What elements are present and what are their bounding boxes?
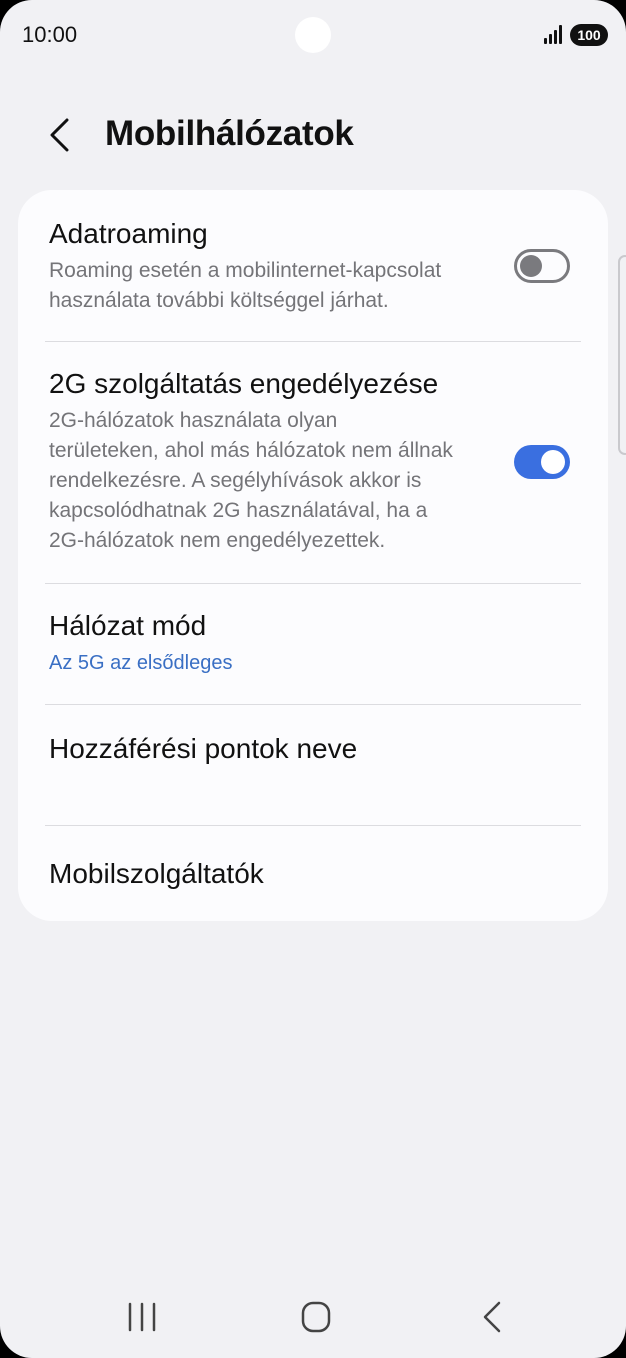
access-point-names-title: Hozzáférési pontok neve	[49, 733, 358, 764]
home-icon	[301, 1301, 331, 1333]
allow-2g-title: 2G szolgáltatás engedélyezése	[49, 368, 439, 399]
network-mode-row[interactable]: Hálózat mód Az 5G az elsődleges	[18, 584, 608, 703]
battery-icon: 100	[570, 24, 608, 46]
settings-card: Adatroaming Roaming esetén a mobilintern…	[18, 190, 608, 921]
toggle-knob	[520, 255, 542, 277]
allow-2g-desc-line: 2G-hálózatok használata olyan	[49, 409, 338, 432]
back-button[interactable]	[40, 114, 84, 158]
network-operators-row[interactable]: Mobilszolgáltatók	[18, 826, 608, 921]
recents-button[interactable]	[112, 1292, 172, 1342]
network-operators-title: Mobilszolgáltatók	[49, 858, 264, 889]
allow-2g-desc-line: kapcsolódhatnak 2G használatával, ha a	[49, 499, 428, 522]
allow-2g-row[interactable]: 2G szolgáltatás engedélyezése 2G-hálózat…	[18, 342, 608, 582]
back-icon	[483, 1301, 501, 1333]
allow-2g-desc-line: 2G-hálózatok nem engedélyezettek.	[49, 529, 386, 552]
allow-2g-description: 2G-hálózatok használata olyan területeke…	[49, 406, 453, 556]
chevron-left-icon	[50, 118, 69, 152]
allow-2g-desc-line: rendelkezésre. A segélyhívások akkor is	[49, 469, 422, 492]
navigation-bar	[0, 1280, 626, 1358]
network-mode-title: Hálózat mód	[49, 610, 207, 641]
page-header: Mobilhálózatok	[0, 100, 626, 170]
access-point-names-row[interactable]: Hozzáférési pontok neve	[18, 705, 608, 825]
data-roaming-row[interactable]: Adatroaming Roaming esetén a mobilintern…	[18, 190, 608, 341]
page-title: Mobilhálózatok	[105, 114, 354, 153]
allow-2g-toggle[interactable]	[514, 445, 570, 479]
signal-icon	[544, 24, 566, 44]
data-roaming-toggle[interactable]	[514, 249, 570, 283]
front-camera	[295, 17, 331, 53]
scrollbar[interactable]	[618, 255, 626, 455]
status-time: 10:00	[22, 22, 78, 47]
home-button[interactable]	[286, 1292, 346, 1342]
data-roaming-description: Roaming esetén a mobilinternet-kapcsolat…	[49, 256, 441, 316]
status-bar: 10:00 100	[0, 0, 626, 72]
data-roaming-title: Adatroaming	[49, 218, 208, 249]
data-roaming-desc-line: Roaming esetén a mobilinternet-kapcsolat	[49, 259, 442, 282]
allow-2g-desc-line: területeken, ahol más hálózatok nem álln…	[49, 439, 453, 462]
recents-icon	[128, 1302, 156, 1332]
system-back-button[interactable]	[462, 1292, 522, 1342]
screen: 10:00 100 Mobilhálózatok Adatroaming Roa…	[0, 0, 626, 1358]
data-roaming-desc-line: használata további költséggel járhat.	[49, 289, 389, 312]
network-mode-value: Az 5G az elsődleges	[49, 652, 233, 674]
toggle-knob	[541, 450, 565, 474]
